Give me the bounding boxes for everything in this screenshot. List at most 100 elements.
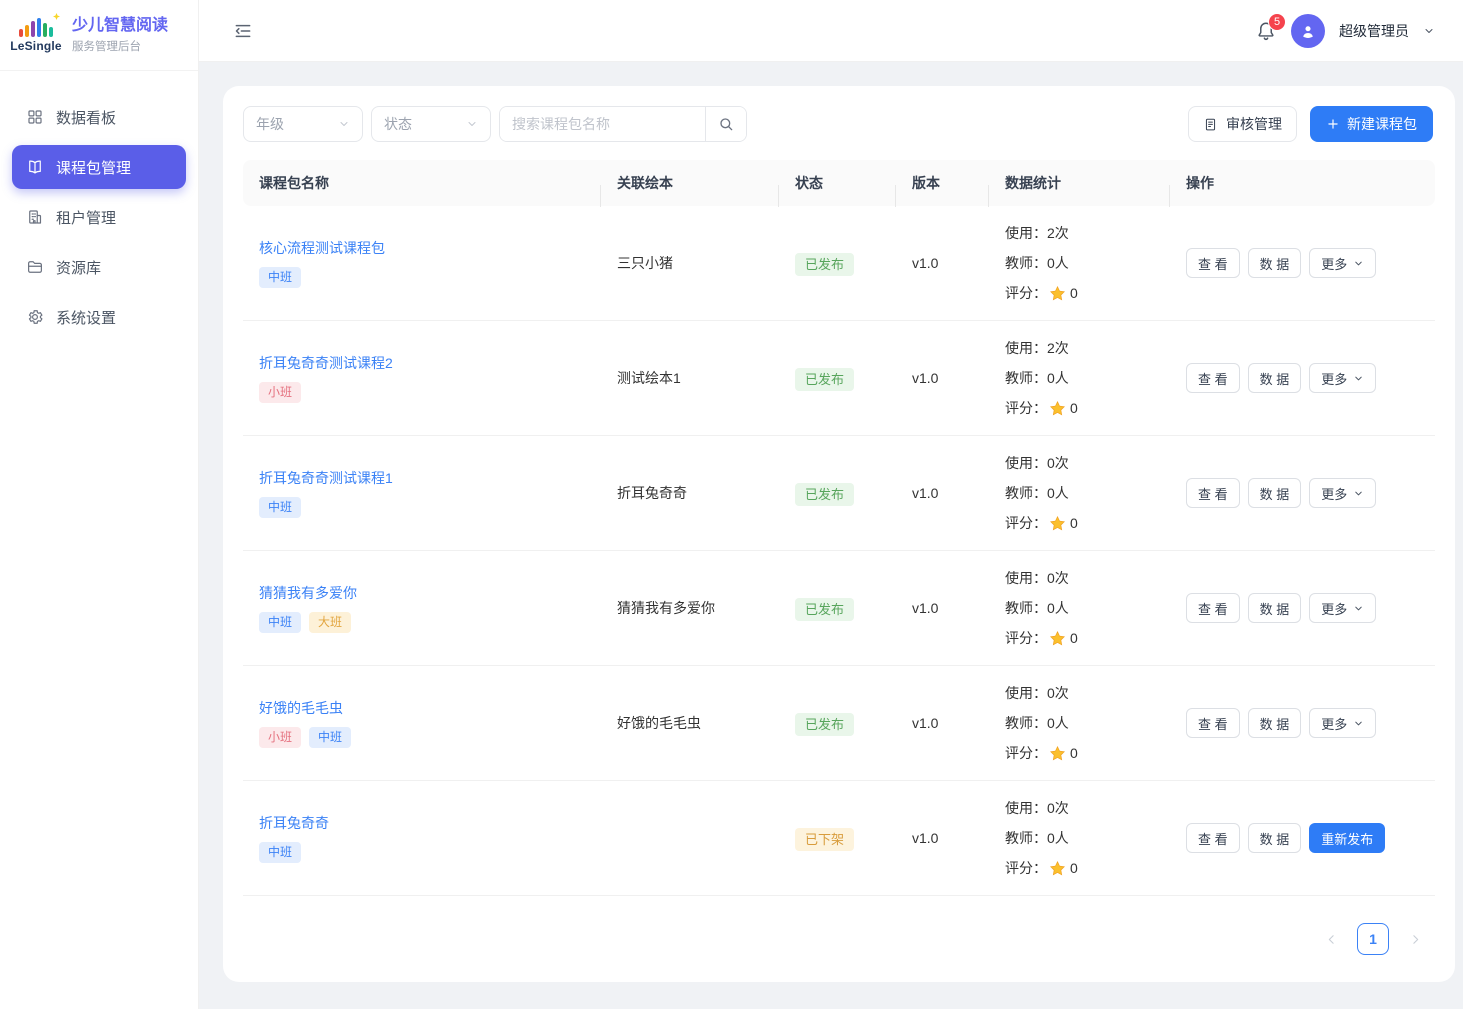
rating-stat: 评分： 0 <box>1005 278 1170 308</box>
sidebar-item-settings[interactable]: 系统设置 <box>12 295 186 339</box>
create-package-button[interactable]: 新建课程包 <box>1310 106 1433 142</box>
data-button[interactable]: 数 据 <box>1248 248 1302 278</box>
app-logo: LeSingle 少儿智慧阅读 服务管理后台 <box>0 0 198 71</box>
previous-page-button[interactable] <box>1315 923 1347 955</box>
teacher-label: 教师： <box>1005 708 1047 738</box>
data-button[interactable]: 数 据 <box>1248 823 1302 853</box>
status-cell: 已下架 <box>779 829 896 848</box>
view-button[interactable]: 查 看 <box>1186 708 1240 738</box>
view-button[interactable]: 查 看 <box>1186 478 1240 508</box>
review-management-button[interactable]: 审核管理 <box>1188 106 1297 142</box>
usage-value: 0次 <box>1047 678 1069 708</box>
more-button[interactable]: 更多 <box>1309 478 1376 508</box>
sidebar-item-label: 租户管理 <box>56 207 116 228</box>
grade-tags: 小班中班 <box>259 727 601 747</box>
user-name[interactable]: 超级管理员 <box>1339 21 1409 41</box>
create-package-label: 新建课程包 <box>1347 114 1417 134</box>
rating-value: 0 <box>1070 393 1078 423</box>
data-button[interactable]: 数 据 <box>1248 478 1302 508</box>
sidebar-item-label: 数据看板 <box>56 107 116 128</box>
teacher-stat: 教师：0人 <box>1005 823 1170 853</box>
stats-cell: 使用：2次 教师：0人 评分： 0 <box>989 218 1170 308</box>
data-label: 数 据 <box>1260 714 1290 733</box>
data-label: 数 据 <box>1260 484 1290 503</box>
avatar[interactable] <box>1291 14 1325 48</box>
sidebar-item-dashboard[interactable]: 数据看板 <box>12 95 186 139</box>
package-name-cell: 核心流程测试课程包 中班 <box>243 238 601 287</box>
actions-cell: 查 看 数 据 重新发布 <box>1170 823 1434 853</box>
sidebar-item-course-packages[interactable]: 课程包管理 <box>12 145 186 189</box>
teacher-stat: 教师：0人 <box>1005 478 1170 508</box>
more-button[interactable]: 更多 <box>1309 248 1376 278</box>
page-number-button[interactable]: 1 <box>1357 923 1389 955</box>
grade-filter-select[interactable]: 年级 <box>243 106 363 142</box>
sidebar-menu: 数据看板 课程包管理 租户管理 资源库 <box>0 71 198 339</box>
view-button[interactable]: 查 看 <box>1186 823 1240 853</box>
chevron-down-icon[interactable] <box>1423 25 1435 37</box>
usage-label: 使用： <box>1005 793 1047 823</box>
package-name-link[interactable]: 折耳兔奇奇测试课程1 <box>259 468 393 488</box>
search-button[interactable] <box>705 107 746 141</box>
star-icon <box>1049 400 1066 417</box>
notifications-button[interactable]: 5 <box>1255 20 1277 42</box>
top-header: 5 超级管理员 <box>199 0 1463 62</box>
view-button[interactable]: 查 看 <box>1186 363 1240 393</box>
rating-label: 评分： <box>1005 623 1047 653</box>
teacher-value: 0人 <box>1047 823 1069 853</box>
data-button[interactable]: 数 据 <box>1248 593 1302 623</box>
package-name-cell: 折耳兔奇奇测试课程1 中班 <box>243 468 601 517</box>
review-management-label: 审核管理 <box>1226 114 1282 134</box>
plus-icon <box>1326 117 1340 131</box>
teacher-value: 0人 <box>1047 248 1069 278</box>
view-label: 查 看 <box>1198 369 1228 388</box>
grade-tags: 中班 <box>259 842 601 862</box>
rating-value: 0 <box>1070 508 1078 538</box>
column-header-stats: 数据统计 <box>989 173 1170 193</box>
search-input[interactable] <box>500 107 705 141</box>
grade-tag: 中班 <box>259 497 301 517</box>
data-button[interactable]: 数 据 <box>1248 363 1302 393</box>
status-filter-select[interactable]: 状态 <box>371 106 491 142</box>
package-name-link[interactable]: 折耳兔奇奇测试课程2 <box>259 353 393 373</box>
grade-tags: 中班大班 <box>259 612 601 632</box>
data-label: 数 据 <box>1260 829 1290 848</box>
grade-tag: 中班 <box>259 612 301 632</box>
usage-value: 0次 <box>1047 793 1069 823</box>
chevron-down-icon <box>466 118 478 130</box>
menu-fold-button[interactable] <box>233 21 253 41</box>
package-name-link[interactable]: 核心流程测试课程包 <box>259 238 385 258</box>
sidebar-item-resources[interactable]: 资源库 <box>12 245 186 289</box>
view-button[interactable]: 查 看 <box>1186 248 1240 278</box>
more-button[interactable]: 更多 <box>1309 593 1376 623</box>
more-button[interactable]: 更多 <box>1309 363 1376 393</box>
star-icon <box>1049 860 1066 877</box>
package-name-link[interactable]: 折耳兔奇奇 <box>259 813 329 833</box>
table-row: 好饿的毛毛虫 小班中班 好饿的毛毛虫 已发布 v1.0 使用：0次 教师：0人 … <box>243 666 1435 781</box>
data-button[interactable]: 数 据 <box>1248 708 1302 738</box>
menu-fold-icon <box>233 21 253 41</box>
more-button[interactable]: 更多 <box>1309 708 1376 738</box>
rating-value: 0 <box>1070 738 1078 768</box>
rating-stat: 评分： 0 <box>1005 508 1170 538</box>
next-page-button[interactable] <box>1399 923 1431 955</box>
sidebar-item-tenants[interactable]: 租户管理 <box>12 195 186 239</box>
status-badge: 已发布 <box>795 368 854 391</box>
teacher-label: 教师： <box>1005 593 1047 623</box>
republish-button[interactable]: 重新发布 <box>1309 823 1385 853</box>
notification-badge: 5 <box>1268 13 1286 31</box>
column-header-status: 状态 <box>779 173 896 193</box>
grade-tags: 中班 <box>259 267 601 287</box>
more-label: 更多 <box>1321 484 1347 503</box>
teacher-value: 0人 <box>1047 708 1069 738</box>
package-name-link[interactable]: 好饿的毛毛虫 <box>259 698 343 718</box>
view-button[interactable]: 查 看 <box>1186 593 1240 623</box>
package-name-link[interactable]: 猜猜我有多爱你 <box>259 583 357 603</box>
column-header-book: 关联绘本 <box>601 173 779 193</box>
teacher-value: 0人 <box>1047 363 1069 393</box>
version-cell: v1.0 <box>896 255 989 271</box>
teacher-stat: 教师：0人 <box>1005 248 1170 278</box>
book-cell: 猜猜我有多爱你 <box>601 598 779 618</box>
content-card: 年级 状态 审核管理 新建课程包 <box>223 86 1455 982</box>
grade-tag: 中班 <box>259 267 301 287</box>
usage-stat: 使用：0次 <box>1005 678 1170 708</box>
